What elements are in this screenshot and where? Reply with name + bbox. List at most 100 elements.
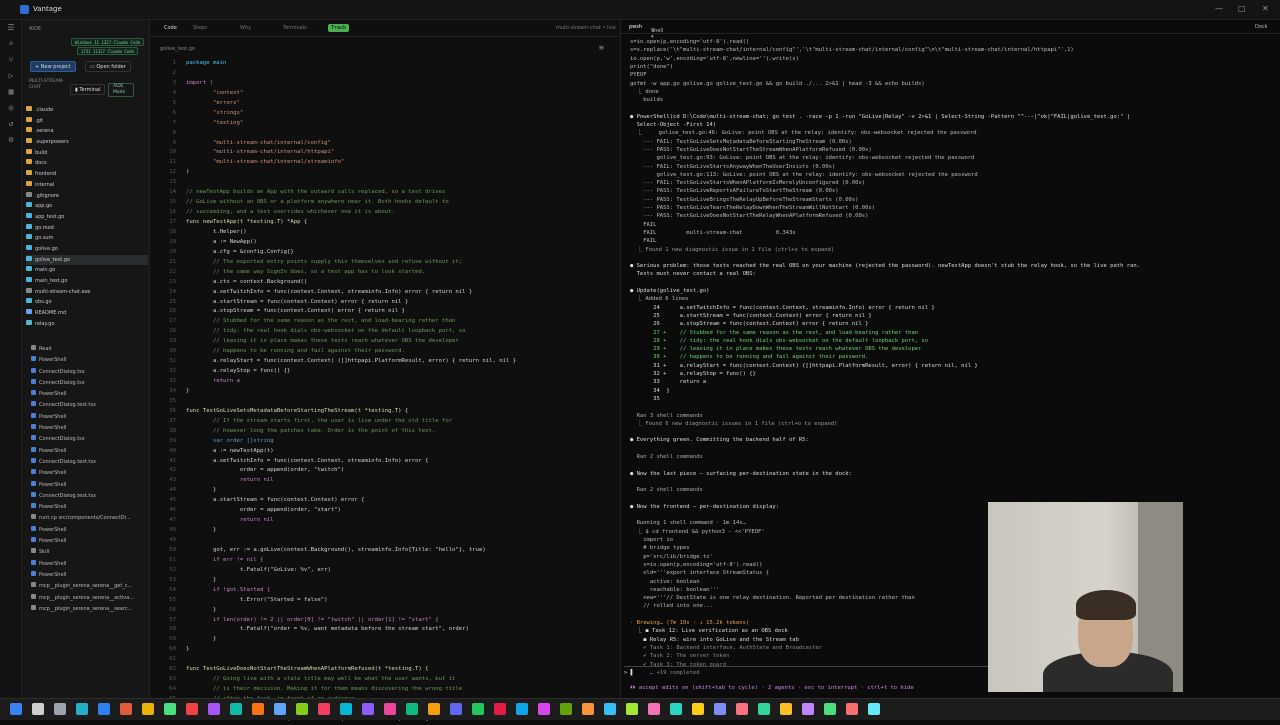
code-line[interactable]: 48 } bbox=[150, 526, 620, 536]
code-line[interactable]: 10 "multi-stream-chat/internal/httpapi" bbox=[150, 148, 620, 158]
taskbar-app-icon[interactable] bbox=[472, 703, 484, 715]
code-line[interactable]: 3 import ( bbox=[150, 79, 620, 89]
taskbar-app-icon[interactable] bbox=[648, 703, 660, 715]
activity-item[interactable]: Read bbox=[31, 344, 153, 355]
history-icon[interactable]: ↺ bbox=[0, 116, 22, 132]
activity-item[interactable]: PowerShell bbox=[31, 423, 153, 434]
code-line[interactable]: 44 } bbox=[150, 486, 620, 496]
terminal-button[interactable]: ▮ Terminal bbox=[70, 84, 106, 95]
activity-item[interactable]: mcp__plugin_serena_serena__activa... bbox=[31, 593, 153, 604]
code-line[interactable]: 41 a.setTwitchInfo = func(context.Contex… bbox=[150, 457, 620, 467]
code-line[interactable]: 51 if err != nil { bbox=[150, 556, 620, 566]
code-line[interactable]: 63 // Going live with a stale title may … bbox=[150, 675, 620, 685]
activity-item[interactable]: PowerShell bbox=[31, 570, 153, 581]
taskbar-app-icon[interactable] bbox=[406, 703, 418, 715]
taskbar-app-icon[interactable] bbox=[318, 703, 330, 715]
file-tree-item[interactable]: main.go bbox=[26, 265, 148, 276]
file-tree-item[interactable]: internal bbox=[26, 180, 148, 191]
activity-item[interactable]: PowerShell bbox=[31, 536, 153, 547]
code-line[interactable]: 4 "context" bbox=[150, 89, 620, 99]
code-line[interactable]: 52 t.Fatalf("GoLive: %v", err) bbox=[150, 566, 620, 576]
code-line[interactable]: 19 a := NewApp() bbox=[150, 238, 620, 248]
taskbar-app-icon[interactable] bbox=[824, 703, 836, 715]
file-tree-item[interactable]: .gitignore bbox=[26, 191, 148, 202]
taskbar-app-icon[interactable] bbox=[450, 703, 462, 715]
menu-icon[interactable]: ≡ bbox=[599, 43, 604, 52]
prompt-input[interactable]: > ▌ bbox=[624, 669, 634, 677]
terminal-tab[interactable]: pwsh bbox=[629, 24, 642, 30]
taskbar-app-icon[interactable] bbox=[758, 703, 770, 715]
file-tree-item[interactable]: .serena bbox=[26, 126, 148, 137]
file-tree-item[interactable]: main_test.go bbox=[26, 276, 148, 287]
new-project-button[interactable]: + New project bbox=[30, 61, 76, 72]
code-line[interactable]: 35 bbox=[150, 397, 620, 407]
code-line[interactable]: 58 t.Fatalf("order = %v, want metadata b… bbox=[150, 625, 620, 635]
code-line[interactable]: 14 // newTestApp builds an App with the o… bbox=[150, 188, 620, 198]
taskbar-app-icon[interactable] bbox=[274, 703, 286, 715]
file-tree-item[interactable]: .claude bbox=[26, 105, 148, 116]
code-line[interactable]: 64 // is their decision. Making it for t… bbox=[150, 685, 620, 695]
taskbar-app-icon[interactable] bbox=[802, 703, 814, 715]
code-line[interactable]: 46 order = append(order, "start") bbox=[150, 506, 620, 516]
activity-item[interactable]: PowerShell bbox=[31, 502, 153, 513]
code-line[interactable]: 45 a.startStream = func(context.Context)… bbox=[150, 496, 620, 506]
taskbar-app-icon[interactable] bbox=[846, 703, 858, 715]
code-line[interactable]: 22 // the same way SignIn does, so a tes… bbox=[150, 268, 620, 278]
track-button[interactable]: Track bbox=[328, 24, 350, 32]
file-tree-item[interactable]: build bbox=[26, 148, 148, 159]
explorer-icon[interactable]: ☰ bbox=[0, 20, 22, 36]
taskbar-app-icon[interactable] bbox=[54, 703, 66, 715]
taskbar-app-icon[interactable] bbox=[736, 703, 748, 715]
file-tree-item[interactable]: go.mod bbox=[26, 223, 148, 234]
taskbar-app-icon[interactable] bbox=[428, 703, 440, 715]
taskbar-app-icon[interactable] bbox=[384, 703, 396, 715]
code-line[interactable]: 39 var order []string bbox=[150, 437, 620, 447]
activity-item[interactable]: ConnectDialog.test.tsx bbox=[31, 457, 153, 468]
minimize-button[interactable]: — bbox=[1215, 4, 1223, 13]
code-line[interactable]: 30 // happens to be running and fail aga… bbox=[150, 347, 620, 357]
activity-item[interactable]: PowerShell bbox=[31, 412, 153, 423]
file-tree-item[interactable]: .superpowers bbox=[26, 137, 148, 148]
activity-item[interactable]: ConnectDialog.tsx bbox=[31, 378, 153, 389]
file-tree-item[interactable]: docs bbox=[26, 158, 148, 169]
taskbar-app-icon[interactable] bbox=[252, 703, 264, 715]
file-tree-item[interactable]: go.sum bbox=[26, 233, 148, 244]
file-tree-item[interactable]: app_test.go bbox=[26, 212, 148, 223]
code-line[interactable]: 24 a.setTwitchInfo = func(context.Contex… bbox=[150, 288, 620, 298]
file-tree-item[interactable]: obs.go bbox=[26, 297, 148, 308]
code-line[interactable]: 2 bbox=[150, 69, 620, 79]
taskbar-app-icon[interactable] bbox=[604, 703, 616, 715]
activity-item[interactable]: mcp__plugin_serena_serena__get_c... bbox=[31, 581, 153, 592]
code-line[interactable]: 49 bbox=[150, 536, 620, 546]
code-line[interactable]: 40 a := newTestApp(t) bbox=[150, 447, 620, 457]
code-line[interactable]: 1 package main bbox=[150, 59, 620, 69]
file-tree-item[interactable]: golive_test.go bbox=[26, 254, 148, 266]
code-line[interactable]: 43 return nil bbox=[150, 476, 620, 486]
file-tab[interactable]: golive_test.go bbox=[160, 46, 195, 52]
open-folder-button[interactable]: ▭ Open folder bbox=[85, 61, 131, 72]
close-button[interactable]: ✕ bbox=[1262, 4, 1269, 13]
code-line[interactable]: 34} bbox=[150, 387, 620, 397]
code-line[interactable]: 12) bbox=[150, 168, 620, 178]
code-line[interactable]: 18 t.Helper() bbox=[150, 228, 620, 238]
code-line[interactable]: 5 "errors" bbox=[150, 99, 620, 109]
taskbar-app-icon[interactable] bbox=[32, 703, 44, 715]
code-line[interactable]: 32 a.relayStop = func() {} bbox=[150, 367, 620, 377]
dock-label[interactable]: Dock bbox=[1255, 24, 1268, 30]
activity-item[interactable]: PowerShell bbox=[31, 525, 153, 536]
tab-why[interactable]: Why bbox=[240, 25, 251, 31]
taskbar-app-icon[interactable] bbox=[362, 703, 374, 715]
code-line[interactable]: 55 t.Error("Started = false") bbox=[150, 596, 620, 606]
code-line[interactable]: 53 } bbox=[150, 576, 620, 586]
taskbar-app-icon[interactable] bbox=[538, 703, 550, 715]
file-tree-item[interactable]: .git bbox=[26, 116, 148, 127]
taskbar-app-icon[interactable] bbox=[120, 703, 132, 715]
taskbar-app-icon[interactable] bbox=[186, 703, 198, 715]
taskbar-app-icon[interactable] bbox=[340, 703, 352, 715]
code-line[interactable]: 17 func newTestApp(t *testing.T) *App { bbox=[150, 218, 620, 228]
code-line[interactable]: 7 "testing" bbox=[150, 119, 620, 129]
code-line[interactable]: 20 a.cfg = &config.Config{} bbox=[150, 248, 620, 258]
code-line[interactable]: 47 return nil bbox=[150, 516, 620, 526]
taskbar-app-icon[interactable] bbox=[230, 703, 242, 715]
taskbar-app-icon[interactable] bbox=[868, 703, 880, 715]
